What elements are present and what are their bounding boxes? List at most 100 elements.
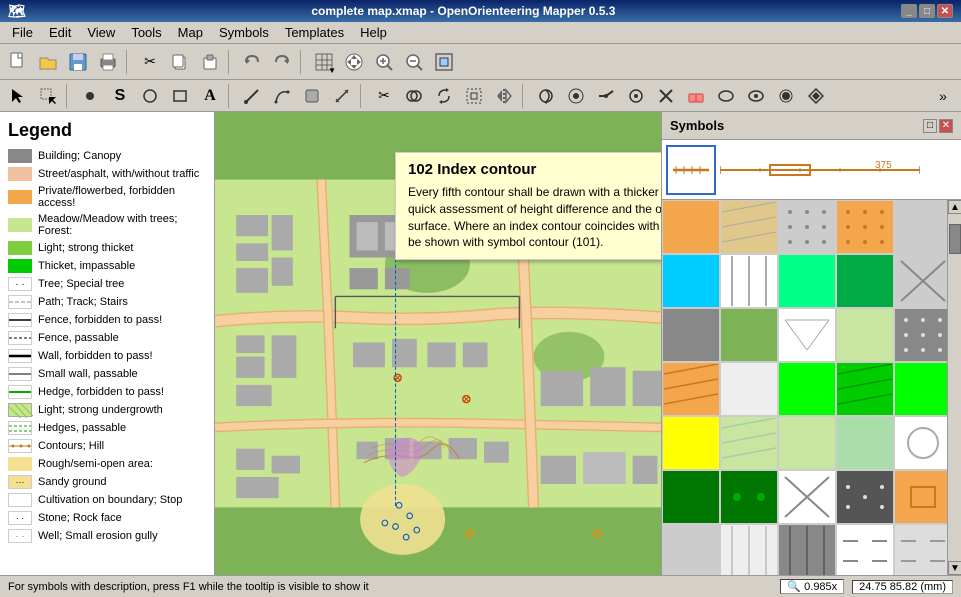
symbol-cell[interactable]: [778, 416, 836, 470]
paste-button[interactable]: [196, 48, 224, 76]
cross-tool[interactable]: [652, 82, 680, 110]
symbol-cell[interactable]: [836, 362, 894, 416]
text-tool[interactable]: A: [196, 82, 224, 110]
close-button[interactable]: ✕: [937, 4, 953, 18]
legend-label: Street/asphalt, with/without traffic: [38, 168, 199, 180]
menu-file[interactable]: File: [4, 23, 41, 42]
menu-view[interactable]: View: [79, 23, 123, 42]
measure-tool[interactable]: [328, 82, 356, 110]
menu-edit[interactable]: Edit: [41, 23, 79, 42]
save-button[interactable]: [64, 48, 92, 76]
legend-item: Meadow/Meadow with trees; Forest:: [8, 213, 206, 237]
symbol-cell[interactable]: [836, 416, 894, 470]
symbol-cell[interactable]: [894, 524, 947, 575]
cut-button[interactable]: ✂: [136, 48, 164, 76]
symbol-cell[interactable]: [894, 362, 947, 416]
menu-templates[interactable]: Templates: [277, 23, 352, 42]
symbol-cell[interactable]: [662, 416, 720, 470]
menu-symbols[interactable]: Symbols: [211, 23, 277, 42]
menu-tools[interactable]: Tools: [123, 23, 169, 42]
symbol-cell[interactable]: [720, 254, 778, 308]
symbol-cell[interactable]: [836, 254, 894, 308]
symbol-cell[interactable]: [778, 200, 836, 254]
pan-button[interactable]: [340, 48, 368, 76]
symbol-cell[interactable]: [778, 524, 836, 575]
maximize-button[interactable]: □: [919, 4, 935, 18]
diamond-tool[interactable]: [802, 82, 830, 110]
join-tool[interactable]: [592, 82, 620, 110]
dot-tool[interactable]: [772, 82, 800, 110]
zoom-in-button[interactable]: [370, 48, 398, 76]
menu-map[interactable]: Map: [170, 23, 211, 42]
snap-tool[interactable]: [562, 82, 590, 110]
symbol-cell[interactable]: [720, 470, 778, 524]
zoom-out-button[interactable]: [400, 48, 428, 76]
tag-tool[interactable]: [622, 82, 650, 110]
symbol-cell[interactable]: [778, 470, 836, 524]
open-button[interactable]: [34, 48, 62, 76]
scale-tool[interactable]: [460, 82, 488, 110]
symbol-cell[interactable]: [836, 470, 894, 524]
symbol-cell[interactable]: [720, 200, 778, 254]
symbol-cell[interactable]: [894, 308, 947, 362]
eraser-tool[interactable]: [682, 82, 710, 110]
map-area[interactable]: 102 Index contour Every fifth contour sh…: [215, 112, 661, 575]
symbol-cell[interactable]: [662, 362, 720, 416]
legend-label: Stone; Rock face: [38, 512, 122, 524]
oval2-tool[interactable]: [742, 82, 770, 110]
undo-button[interactable]: [238, 48, 266, 76]
circle-tool[interactable]: [136, 82, 164, 110]
titlebar: 🗺 complete map.xmap - OpenOrienteering M…: [0, 0, 961, 22]
symbols-scrollbar[interactable]: ▲ ▼: [947, 200, 961, 575]
text-tool-s[interactable]: S: [106, 82, 134, 110]
minimize-button[interactable]: _: [901, 4, 917, 18]
select-box-tool[interactable]: [34, 82, 62, 110]
symbol-cell[interactable]: [894, 416, 947, 470]
symbols-close-button[interactable]: ✕: [939, 119, 953, 133]
select-tool[interactable]: [4, 82, 32, 110]
symbol-cell[interactable]: [720, 362, 778, 416]
redo-button[interactable]: [268, 48, 296, 76]
boolean-tool[interactable]: [400, 82, 428, 110]
symbol-cell[interactable]: [720, 416, 778, 470]
fill-tool[interactable]: [298, 82, 326, 110]
new-button[interactable]: [4, 48, 32, 76]
rotate-tool[interactable]: [430, 82, 458, 110]
symbol-cell[interactable]: [720, 308, 778, 362]
fit-button[interactable]: [430, 48, 458, 76]
symbol-cell[interactable]: [662, 200, 720, 254]
symbol-cell[interactable]: [662, 254, 720, 308]
scroll-up-button[interactable]: ▲: [948, 200, 961, 214]
zoom-display: 🔍 0.985x: [780, 579, 844, 594]
rect-tool[interactable]: [166, 82, 194, 110]
symbol-cell[interactable]: [778, 254, 836, 308]
symbol-cell[interactable]: [662, 524, 720, 575]
curve-tool[interactable]: [268, 82, 296, 110]
symbol-cell[interactable]: [662, 308, 720, 362]
symbol-cell[interactable]: [836, 308, 894, 362]
more-tools-button[interactable]: »: [929, 82, 957, 110]
scroll-thumb[interactable]: [949, 224, 961, 254]
symbol-cell[interactable]: [894, 254, 947, 308]
symbol-cell[interactable]: [894, 200, 947, 254]
symbol-cell[interactable]: [720, 524, 778, 575]
rotate2-tool[interactable]: [532, 82, 560, 110]
symbol-cell[interactable]: [836, 200, 894, 254]
cut-tool[interactable]: ✂: [370, 82, 398, 110]
symbol-cell[interactable]: [894, 470, 947, 524]
toolbar-separator-1: [126, 50, 132, 74]
symbol-cell[interactable]: [662, 470, 720, 524]
scroll-down-button[interactable]: ▼: [948, 561, 961, 575]
draw-tool[interactable]: [238, 82, 266, 110]
oval-tool[interactable]: [712, 82, 740, 110]
point-tool[interactable]: [76, 82, 104, 110]
symbols-restore-button[interactable]: □: [923, 119, 937, 133]
menu-help[interactable]: Help: [352, 23, 395, 42]
symbol-cell[interactable]: [778, 308, 836, 362]
symbol-cell[interactable]: [836, 524, 894, 575]
grid-button[interactable]: ▼: [310, 48, 338, 76]
copy-button[interactable]: [166, 48, 194, 76]
print-button[interactable]: [94, 48, 122, 76]
flip-tool[interactable]: [490, 82, 518, 110]
symbol-cell[interactable]: [778, 362, 836, 416]
